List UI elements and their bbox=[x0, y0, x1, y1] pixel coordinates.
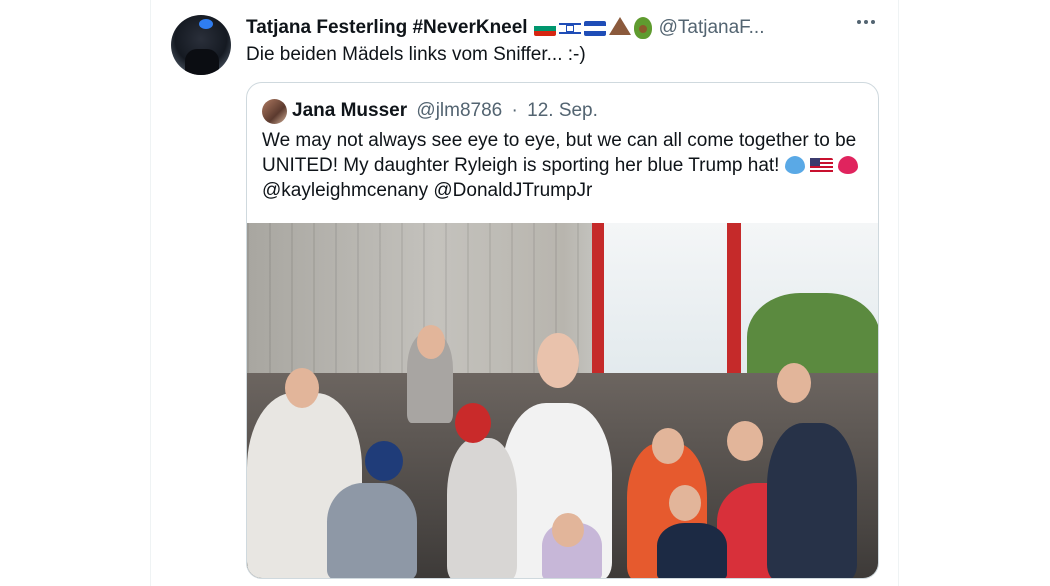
photo-person-head bbox=[537, 333, 579, 388]
quoted-tweet-card[interactable]: Jana Musser @jlm8786 · 12. Sep. We may n… bbox=[246, 82, 879, 579]
red-heart-icon bbox=[838, 156, 859, 174]
photo-person bbox=[767, 423, 857, 578]
photo-person-head bbox=[652, 428, 684, 464]
quoted-author-name[interactable]: Jana Musser bbox=[292, 100, 407, 121]
tweet-header: Tatjana Festerling #NeverKneel @TatjanaF… bbox=[246, 16, 765, 40]
photo-person bbox=[447, 438, 517, 578]
photo-person-head bbox=[777, 363, 811, 403]
photo-person-head bbox=[285, 368, 319, 408]
photo-person-head bbox=[455, 403, 491, 443]
us-flag-icon bbox=[810, 158, 834, 174]
more-options-icon[interactable] bbox=[857, 20, 875, 24]
photo-person-head bbox=[417, 325, 445, 359]
photo-person-head bbox=[727, 421, 763, 461]
quoted-tweet-text: We may not always see eye to eye, but we… bbox=[262, 128, 872, 203]
avatar-cap bbox=[199, 19, 213, 29]
flag-israel-icon bbox=[558, 20, 581, 36]
name-emoji-group bbox=[533, 17, 652, 39]
blue-heart-icon bbox=[784, 156, 805, 174]
meta-separator: · bbox=[511, 100, 518, 121]
quoted-author-avatar[interactable] bbox=[262, 99, 287, 124]
avatar-shirt bbox=[185, 49, 219, 75]
quoted-tweet-mentions[interactable]: @kayleighmcenany @DonaldJTrumpJr bbox=[262, 180, 592, 201]
photo-person-head bbox=[552, 513, 584, 547]
author-display-name[interactable]: Tatjana Festerling #NeverKneel bbox=[246, 17, 528, 39]
photo-person bbox=[327, 483, 417, 578]
quoted-author-handle[interactable]: @jlm8786 bbox=[416, 100, 502, 121]
flag-el-salvador-icon bbox=[583, 20, 606, 36]
quoted-tweet-photo[interactable] bbox=[247, 223, 878, 578]
photo-person-head bbox=[365, 441, 403, 481]
author-avatar[interactable] bbox=[171, 15, 231, 75]
photo-person bbox=[657, 523, 727, 578]
quoted-tweet-body: We may not always see eye to eye, but we… bbox=[262, 130, 857, 176]
volcano-icon bbox=[608, 17, 631, 35]
tweet-text: Die beiden Mädels links vom Sniffer... :… bbox=[246, 44, 586, 65]
photo-person-head bbox=[669, 485, 701, 521]
avocado-icon bbox=[633, 17, 652, 39]
author-handle[interactable]: @TatjanaF... bbox=[659, 17, 765, 39]
quoted-tweet-header: Jana Musser @jlm8786 · 12. Sep. bbox=[292, 100, 598, 122]
quoted-tweet-date[interactable]: 12. Sep. bbox=[527, 100, 598, 121]
flag-bulgaria-icon bbox=[533, 20, 556, 36]
